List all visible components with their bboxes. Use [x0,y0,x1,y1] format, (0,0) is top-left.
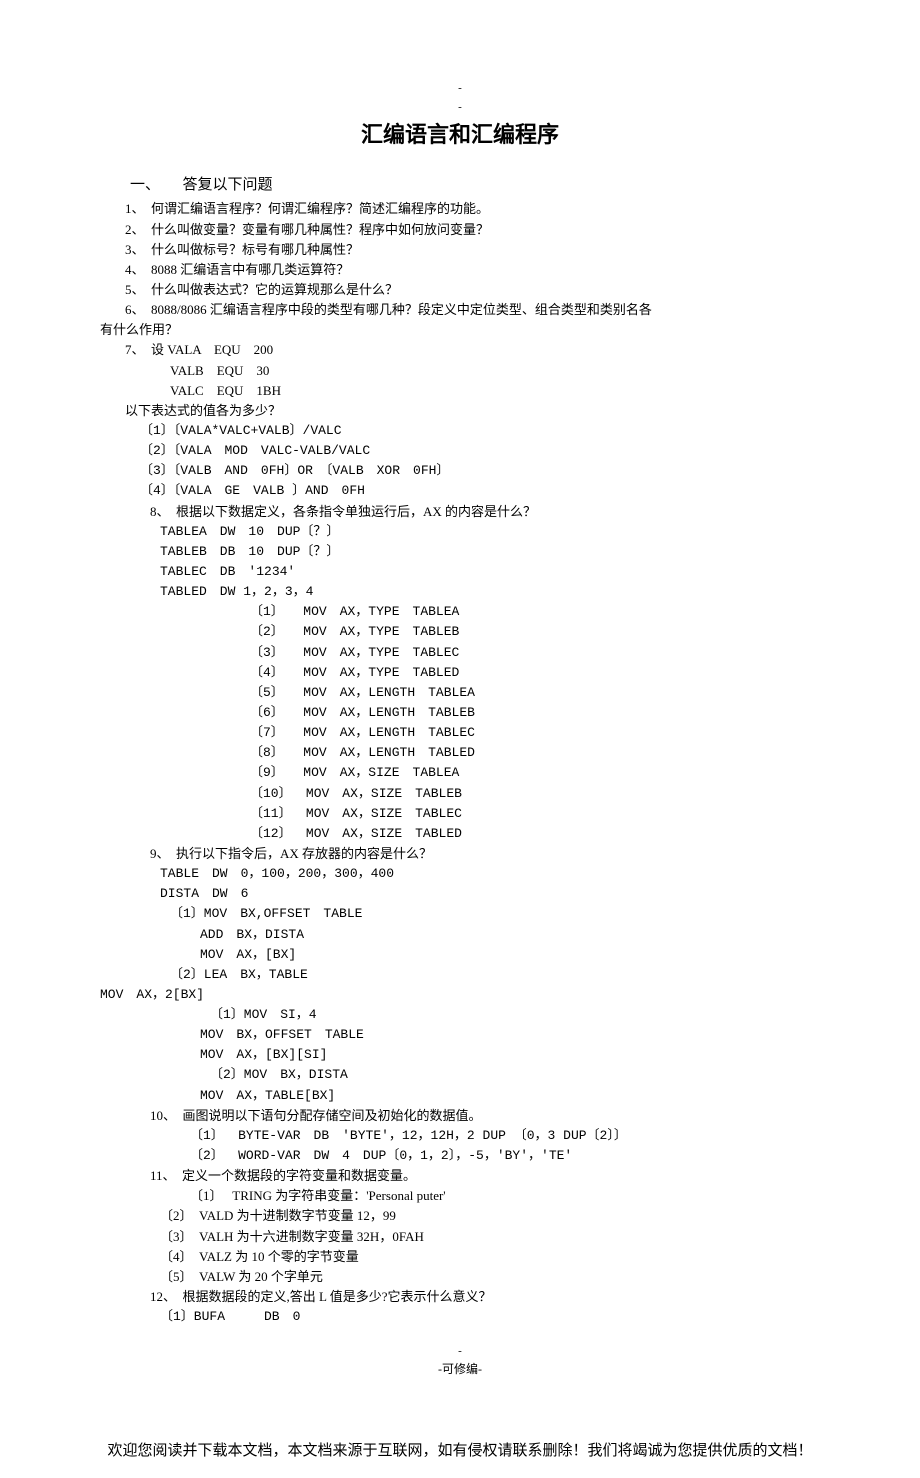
document-page: - - 汇编语言和汇编程序 一、 答复以下问题 1、 何谓汇编语言程序？何谓汇编… [0,0,920,1427]
q9-1b: ADD BX，DISTA [200,925,850,945]
q11-5: 〔5〕 VALW 为 20 个字单元 [160,1267,850,1287]
question-8: 8、 根据以下数据定义，各条指令单独运行后，AX 的内容是什么？ [150,502,850,522]
question-6b: 有什么作用？ [100,320,850,340]
footer-editable: -可修编- [70,1360,850,1379]
q9-2b: MOV AX，2[BX] [100,985,850,1005]
tableb: TABLEB DB 10 DUP〔？〕 [160,542,850,562]
q12-1: 〔1〕BUFA DB 0 [160,1307,850,1327]
q11-3: 〔3〕 VALH 为十六进制数字变量 32H，0FAH [160,1227,850,1247]
expr-2: 〔2〕〔VALA MOD VALC-VALB/VALC [140,441,850,461]
instr-5: 〔5〕 MOV AX，LENGTH TABLEA [250,683,850,703]
q11-1: 〔1〕 TRING 为字符串变量：'Personal puter' [190,1186,850,1206]
q9-1: 〔1〕MOV BX,OFFSET TABLE [170,904,850,924]
q9-a5: MOV AX，TABLE[BX] [200,1086,850,1106]
question-7c: VALC EQU 1BH [170,381,850,401]
header-dash2: - [70,99,850,116]
instr-6: 〔6〕 MOV AX，LENGTH TABLEB [250,703,850,723]
bottom-disclaimer: 欢迎您阅读并下载本文档，本文档来源于互联网，如有侵权请联系删除！我们将竭诚为您提… [0,1427,920,1478]
document-title: 汇编语言和汇编程序 [70,118,850,152]
tabled: TABLED DW 1，2，3，4 [160,582,850,602]
q9-a2: MOV BX，OFFSET TABLE [200,1025,850,1045]
question-3: 3、 什么叫做标号？标号有哪几种属性？ [125,240,850,260]
tablec: TABLEC DB '1234' [160,562,850,582]
question-2: 2、 什么叫做变量？变量有哪几种属性？程序中如何放问变量？ [125,220,850,240]
question-6: 6、 8088/8086 汇编语言程序中段的类型有哪几种？段定义中定位类型、组合… [125,300,850,320]
tablea: TABLEA DW 10 DUP〔？〕 [160,522,850,542]
instr-12: 〔12〕 MOV AX，SIZE TABLED [250,824,850,844]
question-9: 9、 执行以下指令后，AX 存放器的内容是什么？ [150,844,850,864]
question-10: 10、 画图说明以下语句分配存储空间及初始化的数据值。 [150,1106,850,1126]
q10-2: 〔2〕 WORD-VAR DW 4 DUP〔0，1，2〕，-5，'BY'，'TE… [190,1146,850,1166]
instr-10: 〔10〕 MOV AX，SIZE TABLEB [250,784,850,804]
q9-dista: DISTA DW 6 [160,884,850,904]
q11-4: 〔4〕 VALZ 为 10 个零的字节变量 [160,1247,850,1267]
instr-11: 〔11〕 MOV AX，SIZE TABLEC [250,804,850,824]
q11-2: 〔2〕 VALD 为十进制数字节变量 12，99 [160,1206,850,1226]
q9-1c: MOV AX，[BX] [200,945,850,965]
header-dash1: - [70,80,850,97]
footer-dash: - [70,1343,850,1360]
question-7d: 以下表达式的值各为多少？ [125,401,850,421]
expr-3: 〔3〕〔VALB AND 0FH〕OR 〔VALB XOR 0FH〕 [140,461,850,481]
question-1: 1、 何谓汇编语言程序？何谓汇编程序？简述汇编程序的功能。 [125,199,850,219]
instr-1: 〔1〕 MOV AX，TYPE TABLEA [250,602,850,622]
question-12: 12、 根据数据段的定义,答出 L 值是多少?它表示什么意义？ [150,1287,850,1307]
q10-1: 〔1〕 BYTE-VAR DB 'BYTE'，12，12H，2 DUP 〔0，3… [190,1126,850,1146]
q9-2: 〔2〕LEA BX，TABLE [170,965,850,985]
instr-3: 〔3〕 MOV AX，TYPE TABLEC [250,643,850,663]
instr-4: 〔4〕 MOV AX，TYPE TABLED [250,663,850,683]
question-4: 4、 8088 汇编语言中有哪几类运算符？ [125,260,850,280]
q9-a1: 〔1〕MOV SI，4 [210,1005,850,1025]
instr-2: 〔2〕 MOV AX，TYPE TABLEB [250,622,850,642]
q9-table: TABLE DW 0，100，200，300，400 [160,864,850,884]
question-7: 7、 设 VALA EQU 200 [125,340,850,360]
instr-8: 〔8〕 MOV AX，LENGTH TABLED [250,743,850,763]
instr-9: 〔9〕 MOV AX，SIZE TABLEA [250,763,850,783]
q9-a3: MOV AX，[BX][SI] [200,1045,850,1065]
instr-7: 〔7〕 MOV AX，LENGTH TABLEC [250,723,850,743]
question-7b: VALB EQU 30 [170,361,850,381]
section-heading: 一、 答复以下问题 [130,174,850,197]
question-11: 11、 定义一个数据段的字符变量和数据变量。 [150,1166,850,1186]
question-5: 5、 什么叫做表达式？它的运算规那么是什么？ [125,280,850,300]
expr-4: 〔4〕〔VALA GE VALB 〕AND 0FH [140,481,850,501]
q9-a4: 〔2〕MOV BX，DISTA [210,1065,850,1085]
expr-1: 〔1〕〔VALA*VALC+VALB〕/VALC [140,421,850,441]
